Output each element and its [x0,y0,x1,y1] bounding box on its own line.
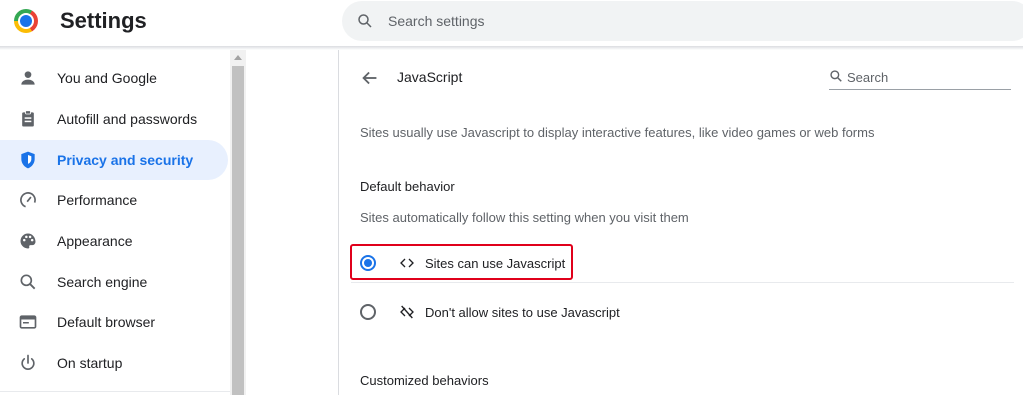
settings-search-bar[interactable] [342,1,1023,41]
clipboard-icon [22,110,34,127]
back-arrow-icon[interactable] [359,67,381,89]
sidebar-item-privacy-and-security[interactable]: Privacy and security [0,140,228,180]
sidebar-divider [0,391,230,392]
page-search-input[interactable] [847,67,1007,87]
sidebar-item-label: On startup [57,355,123,371]
sidebar-item-label: Appearance [57,233,133,249]
person-icon [21,71,35,85]
browser-window-icon [19,315,37,329]
sidebar-item-search-engine[interactable]: Search engine [0,262,228,302]
sidebar: You and Google Autofill and passwords Pr… [0,50,230,395]
shield-icon [21,151,35,169]
sidebar-item-label: Performance [57,192,138,208]
sidebar-item-label: You and Google [57,70,157,86]
code-off-icon [400,305,414,319]
option-block-javascript[interactable]: Don't allow sites to use Javascript [351,292,1014,332]
sidebar-scrollbar[interactable] [230,50,246,395]
sidebar-item-performance[interactable]: Performance [0,180,228,220]
power-icon [21,354,35,370]
sidebar-item-you-and-google[interactable]: You and Google [0,58,228,98]
search-icon [358,14,372,28]
page-description: Sites usually use Javascript to display … [360,125,875,140]
default-behavior-subtitle: Sites automatically follow this setting … [360,210,689,225]
highlight-box [350,244,573,280]
search-icon [830,70,842,82]
default-behavior-heading: Default behavior [360,179,455,194]
gauge-icon [20,192,36,208]
scrollbar-thumb[interactable] [232,66,244,395]
javascript-settings-card: JavaScript Sites usually use Javascript … [338,50,1023,395]
radio-block-javascript[interactable] [360,304,376,320]
app-title: Settings [60,8,147,33]
option-label: Don't allow sites to use Javascript [425,305,620,320]
top-bar: Settings [0,0,1023,46]
sidebar-item-appearance[interactable]: Appearance [0,221,228,261]
search-icon [20,274,36,290]
page-title: JavaScript [397,69,463,85]
scroll-up-arrow-icon[interactable] [234,55,242,60]
sidebar-item-label: Privacy and security [57,152,194,168]
sidebar-item-label: Search engine [57,274,148,290]
sidebar-item-autofill[interactable]: Autofill and passwords [0,99,228,139]
sidebar-item-label: Autofill and passwords [57,111,198,127]
page-search-field[interactable] [829,64,1011,90]
palette-icon [20,233,36,249]
sidebar-item-label: Default browser [57,314,156,330]
chrome-logo-icon [14,9,38,33]
sidebar-item-default-browser[interactable]: Default browser [0,302,228,342]
settings-search-input[interactable] [388,1,988,41]
sidebar-item-on-startup[interactable]: On startup [0,343,228,383]
customized-behaviors-heading: Customized behaviors [360,373,489,388]
